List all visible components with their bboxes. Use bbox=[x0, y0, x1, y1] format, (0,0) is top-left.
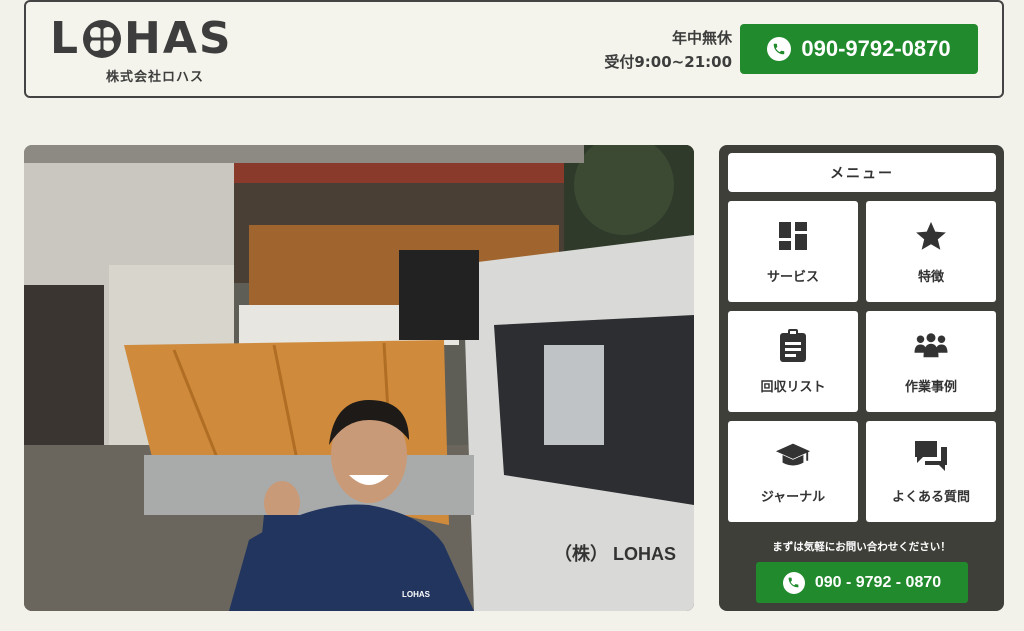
truck-door-label: （株） LOHAS bbox=[554, 543, 676, 564]
header-phone-number: 090-9792-0870 bbox=[801, 36, 951, 61]
phone-icon bbox=[767, 37, 792, 61]
menu-item-faq[interactable]: よくある質問 bbox=[866, 421, 996, 522]
phone-icon bbox=[782, 571, 805, 594]
jacket-logo: LOHAS bbox=[402, 590, 431, 599]
hours-open-all-year: 年中無休 bbox=[671, 29, 732, 47]
menu-item-journal[interactable]: ジャーナル bbox=[728, 421, 858, 522]
chat-icon bbox=[913, 438, 949, 474]
menu-item-features[interactable]: 特徴 bbox=[866, 201, 996, 302]
menu-item-collection-list[interactable]: 回収リスト bbox=[728, 311, 858, 412]
company-name: 株式会社ロハス bbox=[105, 70, 204, 85]
menu-title: メニュー bbox=[728, 153, 996, 192]
star-icon bbox=[913, 218, 949, 254]
menu-item-service[interactable]: サービス bbox=[728, 201, 858, 302]
menu-item-label: よくある質問 bbox=[891, 490, 970, 505]
graduation-cap-icon bbox=[775, 438, 811, 474]
clover-logo-icon bbox=[82, 19, 122, 59]
logo[interactable]: L HAS 株式会社ロハス bbox=[50, 13, 260, 86]
menu-item-label: 特徴 bbox=[917, 270, 944, 285]
hero-photo: （株） LOHAS LOHAS bbox=[24, 145, 694, 611]
logo-letter-l: L bbox=[50, 13, 81, 64]
contact-prompt: まずは気軽にお問い合わせください！ bbox=[772, 541, 951, 553]
menu-item-label: 回収リスト bbox=[760, 380, 826, 395]
menu-item-label: 作業事例 bbox=[904, 380, 957, 395]
business-hours: 年中無休 受付9:00~21:00 bbox=[604, 26, 732, 74]
menu-item-case-examples[interactable]: 作業事例 bbox=[866, 311, 996, 412]
menu-phone-number: 090 - 9792 - 0870 bbox=[814, 573, 942, 591]
header-phone-button[interactable]: 090-9792-0870 bbox=[740, 24, 978, 74]
site-header: L HAS 株式会社ロハス 年中無休 受付9:00~21:00 090-9792… bbox=[24, 0, 1004, 98]
menu-phone-button[interactable]: 090 - 9792 - 0870 bbox=[756, 562, 968, 603]
team-icon bbox=[913, 328, 949, 364]
menu-item-label: サービス bbox=[766, 270, 819, 285]
hours-reception-time: 受付9:00~21:00 bbox=[604, 53, 732, 71]
clipboard-icon bbox=[775, 328, 811, 364]
grid-icon bbox=[775, 218, 811, 254]
logo-letters-has: HAS bbox=[124, 13, 233, 64]
menu-item-label: ジャーナル bbox=[760, 490, 826, 505]
menu-panel: メニュー サービス 特徴 回収リスト 作業事例 ジャーナル よくある質問 まずは… bbox=[719, 145, 1004, 611]
